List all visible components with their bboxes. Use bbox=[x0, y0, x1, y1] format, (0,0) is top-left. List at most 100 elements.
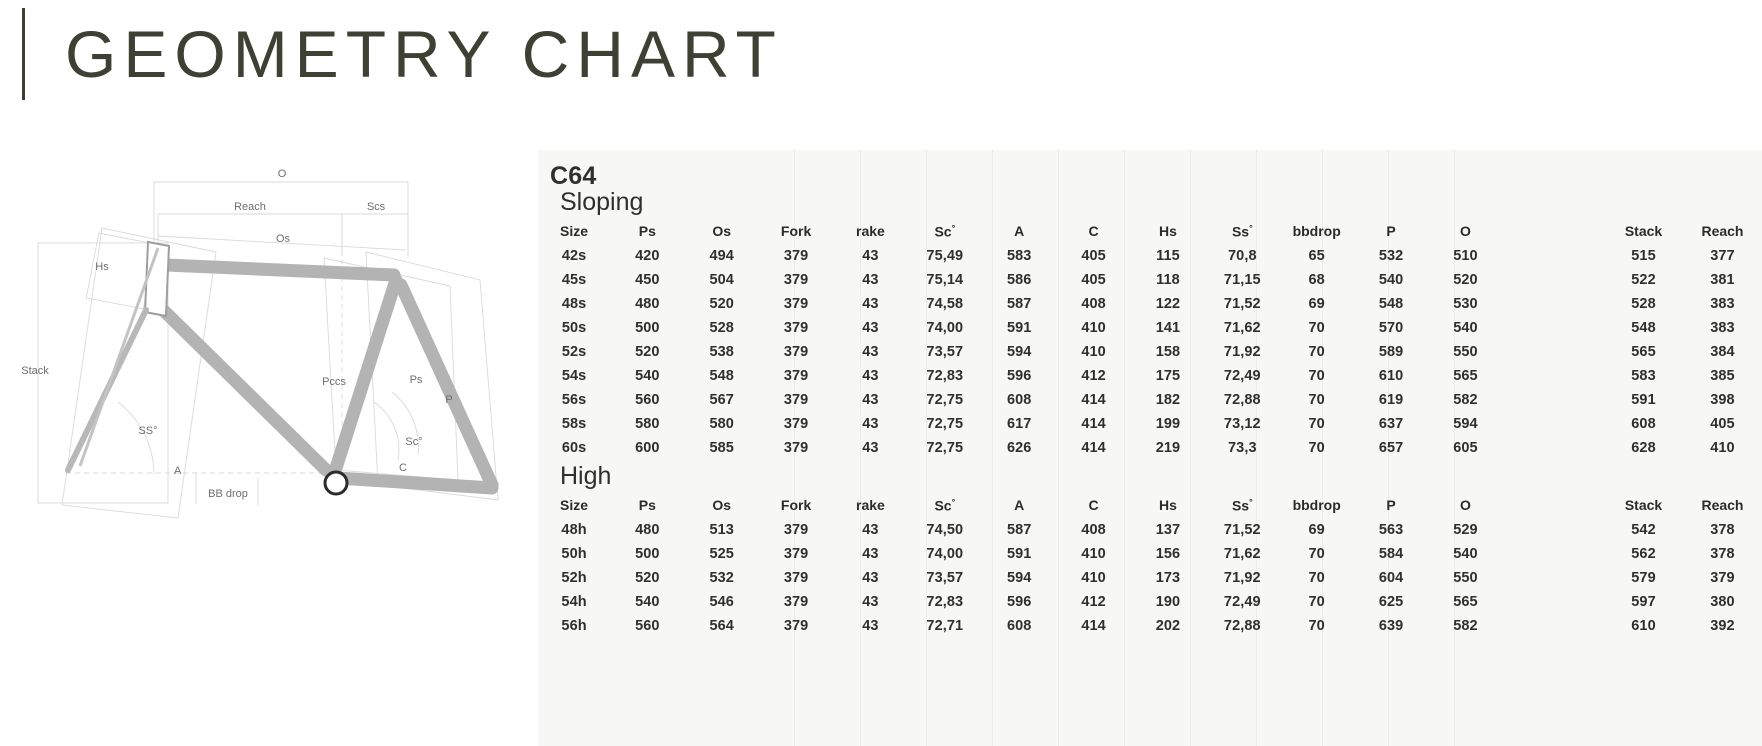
section-title-sloping: Sloping bbox=[560, 188, 644, 216]
diagram-label-p: P bbox=[445, 394, 452, 406]
table-cell: 520 bbox=[635, 570, 660, 586]
table-cell: 202 bbox=[1155, 618, 1181, 634]
table-cell: 405 bbox=[1081, 248, 1106, 264]
table-cell: 597 bbox=[1631, 594, 1656, 610]
table-cell: 379 bbox=[783, 272, 809, 288]
table-cell: 43 bbox=[862, 546, 879, 562]
table-cell: 72,49 bbox=[1223, 594, 1261, 610]
geometry-table-sloping: Size Ps Os Fork rake Sc° A C Hs Ss° bbdrop P O Stack R… bbox=[538, 218, 1762, 460]
table-cell: 60s bbox=[561, 440, 587, 456]
table-cell: 377 bbox=[1710, 248, 1735, 264]
table-cell: 582 bbox=[1453, 392, 1478, 408]
table-cell: 52s bbox=[561, 344, 587, 360]
table-cell: 43 bbox=[862, 368, 879, 384]
table-cell: 520 bbox=[709, 296, 734, 312]
table-cell: 617 bbox=[1006, 416, 1032, 432]
diagram-label-scs: Scs bbox=[367, 201, 386, 213]
table-cell: 548 bbox=[1378, 296, 1404, 312]
table-cell: 540 bbox=[1453, 320, 1478, 336]
column-header-os: Os bbox=[712, 497, 732, 513]
column-header-os: Os bbox=[712, 223, 732, 239]
geometry-table-high: Size Ps Os Fork rake Sc° A C Hs Ss° bbdrop P O Stack R… bbox=[538, 492, 1762, 638]
table-cell: 594 bbox=[1453, 416, 1478, 432]
table-cell: 378 bbox=[1710, 546, 1735, 562]
table-cell bbox=[1503, 364, 1604, 388]
table-cell: 71,52 bbox=[1223, 522, 1261, 538]
table-cell: 379 bbox=[783, 248, 809, 264]
page-header: GEOMETRY CHART bbox=[22, 8, 783, 100]
table-cell: 45s bbox=[561, 272, 587, 288]
column-header-blank bbox=[1503, 492, 1604, 518]
diagram-label-o: O bbox=[278, 168, 287, 180]
table-cell: 74,50 bbox=[926, 522, 964, 538]
table-cell: 52h bbox=[561, 570, 587, 586]
table-cell: 528 bbox=[1631, 296, 1656, 312]
table-cell bbox=[1503, 316, 1604, 340]
table-cell: 219 bbox=[1155, 440, 1181, 456]
geometry-table-panel: C64 Sloping High Size Ps Os Fork rake Sc° A C Hs… bbox=[538, 150, 1762, 746]
table-cell: 608 bbox=[1006, 618, 1032, 634]
table-row: 58s 580 580 379 43 72,75 617 414 199 73,12 70 637 59… bbox=[538, 412, 1762, 436]
table-cell: 520 bbox=[635, 344, 660, 360]
column-header-ss: Ss° bbox=[1231, 496, 1253, 514]
table-cell: 565 bbox=[1453, 594, 1478, 610]
column-header-sc: Sc° bbox=[934, 496, 956, 514]
table-cell: 379 bbox=[783, 296, 809, 312]
table-cell: 412 bbox=[1081, 594, 1106, 610]
diagram-label-reach: Reach bbox=[234, 201, 266, 213]
diagram-label-ss-angle: SS° bbox=[138, 425, 157, 437]
column-header-fork: Fork bbox=[780, 497, 812, 513]
table-cell: 71,52 bbox=[1223, 296, 1261, 312]
table-cell: 560 bbox=[635, 392, 660, 408]
table-cell: 582 bbox=[1453, 618, 1478, 634]
table-cell: 70 bbox=[1308, 368, 1325, 384]
table-cell: 70 bbox=[1308, 618, 1325, 634]
diagram-label-ps: Ps bbox=[410, 374, 423, 386]
table-cell: 379 bbox=[1710, 570, 1735, 586]
diagram-label-hs: Hs bbox=[95, 261, 109, 273]
table-header-row: Size Ps Os Fork rake Sc° A C Hs Ss° bbdrop P O Stack R… bbox=[538, 492, 1762, 518]
table-cell: 564 bbox=[709, 618, 734, 634]
table-cell: 583 bbox=[1006, 248, 1032, 264]
table-cell: 604 bbox=[1378, 570, 1404, 586]
table-cell: 565 bbox=[1453, 368, 1478, 384]
column-header-a: A bbox=[1014, 497, 1025, 513]
table-cell: 48h bbox=[561, 522, 587, 538]
table-cell: 585 bbox=[709, 440, 734, 456]
table-cell: 563 bbox=[1378, 522, 1404, 538]
table-cell: 72,88 bbox=[1223, 392, 1261, 408]
table-cell: 175 bbox=[1155, 368, 1181, 384]
table-cell: 586 bbox=[1006, 272, 1032, 288]
table-cell: 199 bbox=[1155, 416, 1181, 432]
table-cell: 43 bbox=[862, 344, 879, 360]
model-name: C64 bbox=[550, 162, 597, 190]
column-header-o: O bbox=[1459, 223, 1471, 239]
table-cell: 72,83 bbox=[926, 594, 964, 610]
table-cell: 414 bbox=[1081, 392, 1106, 408]
table-cell bbox=[1503, 614, 1604, 638]
table-cell bbox=[1503, 244, 1604, 268]
column-header-size: Size bbox=[560, 497, 589, 513]
table-cell: 515 bbox=[1631, 248, 1656, 264]
table-cell: 450 bbox=[635, 272, 660, 288]
table-cell: 118 bbox=[1156, 272, 1180, 288]
table-cell: 560 bbox=[635, 618, 660, 634]
table-cell: 71,92 bbox=[1223, 570, 1261, 586]
table-body-high: 48h 480 513 379 43 74,50 587 408 137 71,52 69 563 52… bbox=[538, 518, 1762, 638]
column-header-a: A bbox=[1014, 223, 1025, 239]
table-cell: 122 bbox=[1155, 296, 1181, 312]
table-cell: 72,71 bbox=[926, 618, 964, 634]
table-cell: 610 bbox=[1378, 368, 1404, 384]
table-row: 60s 600 585 379 43 72,75 626 414 219 73,3 70 657 605… bbox=[538, 436, 1762, 460]
table-cell: 70,8 bbox=[1228, 248, 1257, 264]
table-cell: 540 bbox=[1453, 546, 1478, 562]
table-row: 42s 420 494 379 43 75,49 583 405 115 70,8 65 532 510… bbox=[538, 244, 1762, 268]
table-cell: 43 bbox=[862, 618, 879, 634]
table-cell bbox=[1503, 542, 1604, 566]
table-cell: 591 bbox=[1006, 546, 1032, 562]
table-cell: 50h bbox=[561, 546, 587, 562]
table-cell: 500 bbox=[635, 320, 660, 336]
table-cell: 54h bbox=[561, 594, 587, 610]
table-cell: 410 bbox=[1710, 440, 1735, 456]
table-cell: 410 bbox=[1081, 320, 1106, 336]
